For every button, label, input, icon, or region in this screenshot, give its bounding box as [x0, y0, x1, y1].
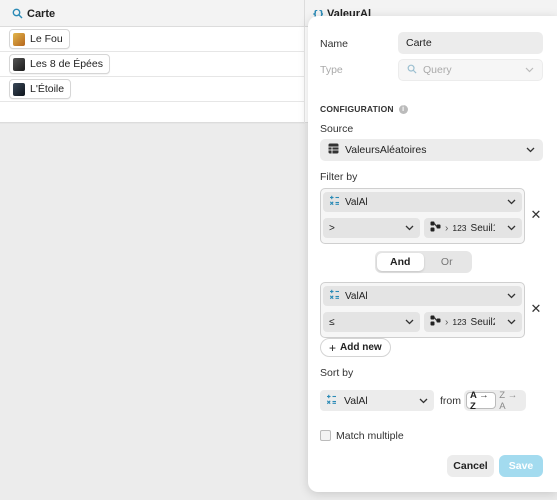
search-icon [407, 64, 417, 77]
number-type-badge: 123 [452, 223, 467, 233]
chevron-down-icon [405, 319, 414, 325]
match-multiple-label: Match multiple [336, 430, 404, 442]
source-select[interactable]: ValeursAléatoires [320, 139, 543, 161]
name-input[interactable]: Carte [398, 32, 543, 54]
filter-operator-value: ≤ [329, 316, 335, 328]
table-row: L'Étoile [0, 77, 305, 102]
filter-field-select[interactable]: ValAl [323, 192, 522, 212]
relation-icon [430, 221, 441, 235]
filter-condition: ValAl > › 123 Seuil1 [320, 188, 525, 244]
chevron-down-icon [507, 199, 516, 205]
chevron-down-icon [507, 225, 516, 231]
sort-order-toggle: A → Z Z → A [464, 390, 526, 412]
card-chip-label: L'Étoile [30, 83, 65, 95]
filter-field-select[interactable]: ValAl [323, 286, 522, 306]
filter-field-value: ValAl [345, 290, 368, 302]
filter-operator-select[interactable]: ≤ [323, 312, 420, 332]
sort-field-select[interactable]: ValAl [320, 390, 434, 411]
chevron-down-icon [526, 147, 535, 153]
configuration-title: CONFIGURATION [320, 104, 394, 114]
card-thumbnail [13, 57, 25, 71]
card-thumbnail [13, 82, 25, 96]
logic-or-option[interactable]: Or [424, 253, 471, 271]
filter-value-text: Seuil2 [470, 316, 495, 328]
card-chip[interactable]: L'Étoile [9, 79, 72, 99]
card-thumbnail [13, 32, 25, 46]
filter-label: Filter by [320, 171, 358, 183]
column-header-carte[interactable]: Carte [0, 0, 305, 27]
match-multiple-checkbox[interactable] [320, 430, 331, 441]
type-select-value: Query [423, 64, 452, 76]
filter-field-value: ValAl [345, 196, 368, 208]
cancel-button[interactable]: Cancel [447, 455, 494, 477]
filter-operator-value: > [329, 222, 335, 234]
source-select-value: ValeursAléatoires [345, 144, 427, 156]
chevron-down-icon [507, 293, 516, 299]
plus-icon: + [329, 340, 337, 355]
source-label: Source [320, 123, 354, 135]
table-row: Le Fou [0, 27, 305, 52]
logic-toggle: And Or [375, 251, 472, 273]
remove-filter-button[interactable]: ✕ [530, 208, 542, 221]
column-config-panel: Name Carte Type Query CONFIGURATION i So… [308, 16, 557, 492]
math-operators-icon [326, 394, 337, 408]
number-type-badge: 123 [452, 317, 467, 327]
sort-from-label: from [440, 395, 461, 407]
name-input-value: Carte [406, 37, 432, 49]
relation-icon [430, 315, 441, 329]
sort-ascending-option[interactable]: A → Z [466, 390, 497, 412]
search-icon [11, 8, 23, 20]
sort-field-value: ValAl [344, 394, 368, 407]
table-icon [328, 143, 339, 157]
remove-filter-button[interactable]: ✕ [530, 302, 542, 315]
table-row: Les 8 de Épées [0, 52, 305, 77]
type-select: Query [398, 59, 543, 81]
configuration-heading: CONFIGURATION i [320, 104, 408, 114]
add-filter-button[interactable]: + Add new [320, 338, 391, 357]
chevron-right-icon: › [445, 222, 449, 234]
info-icon[interactable]: i [398, 104, 408, 114]
table-row-empty [0, 102, 305, 124]
logic-and-option[interactable]: And [377, 253, 424, 271]
filter-value-text: Seuil1 [470, 222, 495, 234]
filter-operator-select[interactable]: > [323, 218, 420, 238]
sort-label: Sort by [320, 367, 354, 379]
chevron-down-icon [405, 225, 414, 231]
chevron-right-icon: › [445, 316, 449, 328]
card-chip[interactable]: Les 8 de Épées [9, 54, 110, 74]
filter-value-select[interactable]: › 123 Seuil1 [424, 218, 522, 238]
math-operators-icon [329, 195, 340, 209]
chevron-down-icon [525, 67, 534, 73]
name-label: Name [320, 38, 349, 50]
card-chip-label: Le Fou [30, 33, 63, 45]
card-chip[interactable]: Le Fou [9, 29, 70, 49]
chevron-down-icon [419, 398, 428, 404]
add-filter-label: Add new [340, 342, 382, 353]
filter-value-select[interactable]: › 123 Seuil2 [424, 312, 522, 332]
card-chip-label: Les 8 de Épées [30, 58, 103, 70]
math-operators-icon [329, 289, 340, 303]
save-button[interactable]: Save [499, 455, 543, 477]
chevron-down-icon [507, 319, 516, 325]
type-label: Type [320, 64, 343, 76]
sort-descending-option[interactable]: Z → A [496, 390, 524, 412]
filter-condition: ValAl ≤ › 123 Seuil2 [320, 282, 525, 338]
column-header-label: Carte [27, 7, 56, 20]
